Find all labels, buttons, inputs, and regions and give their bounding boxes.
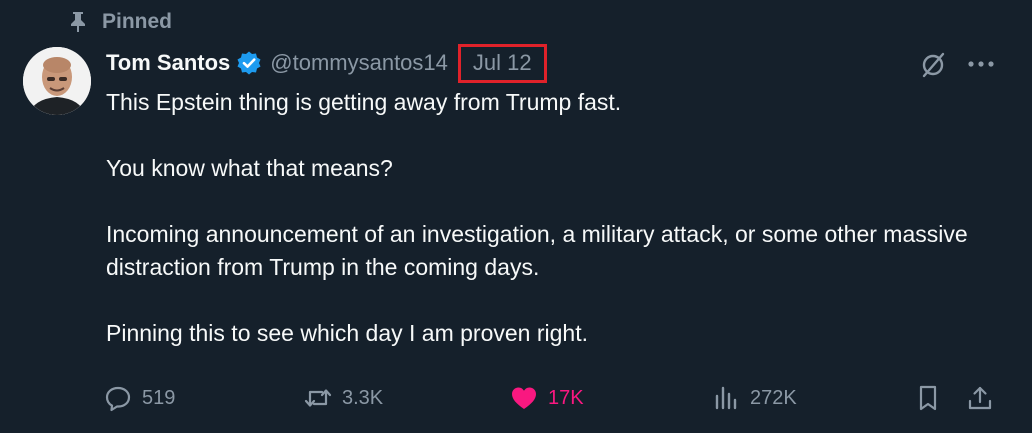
bookmark-icon (914, 384, 942, 412)
views-button[interactable]: 272K (712, 378, 797, 418)
author-handle[interactable]: @tommysantos14 (270, 50, 448, 76)
heart-icon (510, 384, 538, 412)
action-bar: 519 3.3K 17K 272K (104, 378, 1004, 418)
share-button[interactable] (966, 378, 994, 418)
tweet-paragraph: Pinning this to see which day I am prove… (106, 320, 588, 346)
repost-button[interactable]: 3.3K (304, 378, 383, 418)
pinned-indicator: Pinned (68, 10, 172, 34)
tweet-paragraph: Incoming announcement of an investigatio… (106, 221, 968, 280)
reply-icon (104, 384, 132, 412)
tweet-date[interactable]: Jul 12 (457, 43, 547, 83)
pinned-label: Pinned (102, 10, 173, 33)
like-count: 17K (548, 386, 584, 409)
share-icon (966, 384, 994, 412)
like-button[interactable]: 17K (510, 378, 584, 418)
tweet[interactable]: Pinned Tom Santos @tommysantos14 Jul 12 (0, 0, 1032, 433)
views-icon (712, 384, 740, 412)
pin-icon (68, 11, 88, 33)
verified-badge-icon[interactable] (230, 50, 262, 76)
avatar[interactable] (23, 47, 91, 115)
tweet-paragraph: This Epstein thing is getting away from … (106, 89, 622, 115)
reply-count: 519 (142, 386, 176, 409)
tweet-text: This Epstein thing is getting away from … (106, 86, 986, 350)
repost-icon (304, 384, 332, 412)
tweet-paragraph: You know what that means? (106, 155, 393, 181)
author-name[interactable]: Tom Santos (106, 50, 230, 76)
tweet-header: Tom Santos @tommysantos14 Jul 12 (106, 43, 547, 83)
views-count: 272K (750, 386, 797, 409)
reply-button[interactable]: 519 (104, 378, 175, 418)
bookmark-button[interactable] (914, 378, 942, 418)
repost-count: 3.3K (342, 386, 384, 409)
